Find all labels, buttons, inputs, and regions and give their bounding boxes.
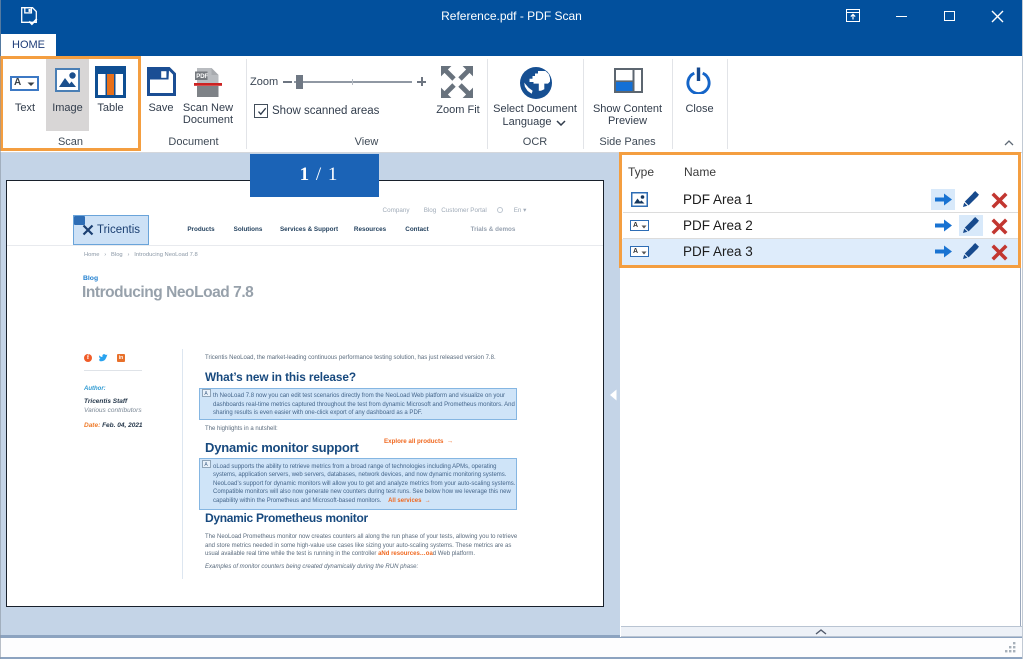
svg-text:PDF: PDF <box>196 74 208 80</box>
